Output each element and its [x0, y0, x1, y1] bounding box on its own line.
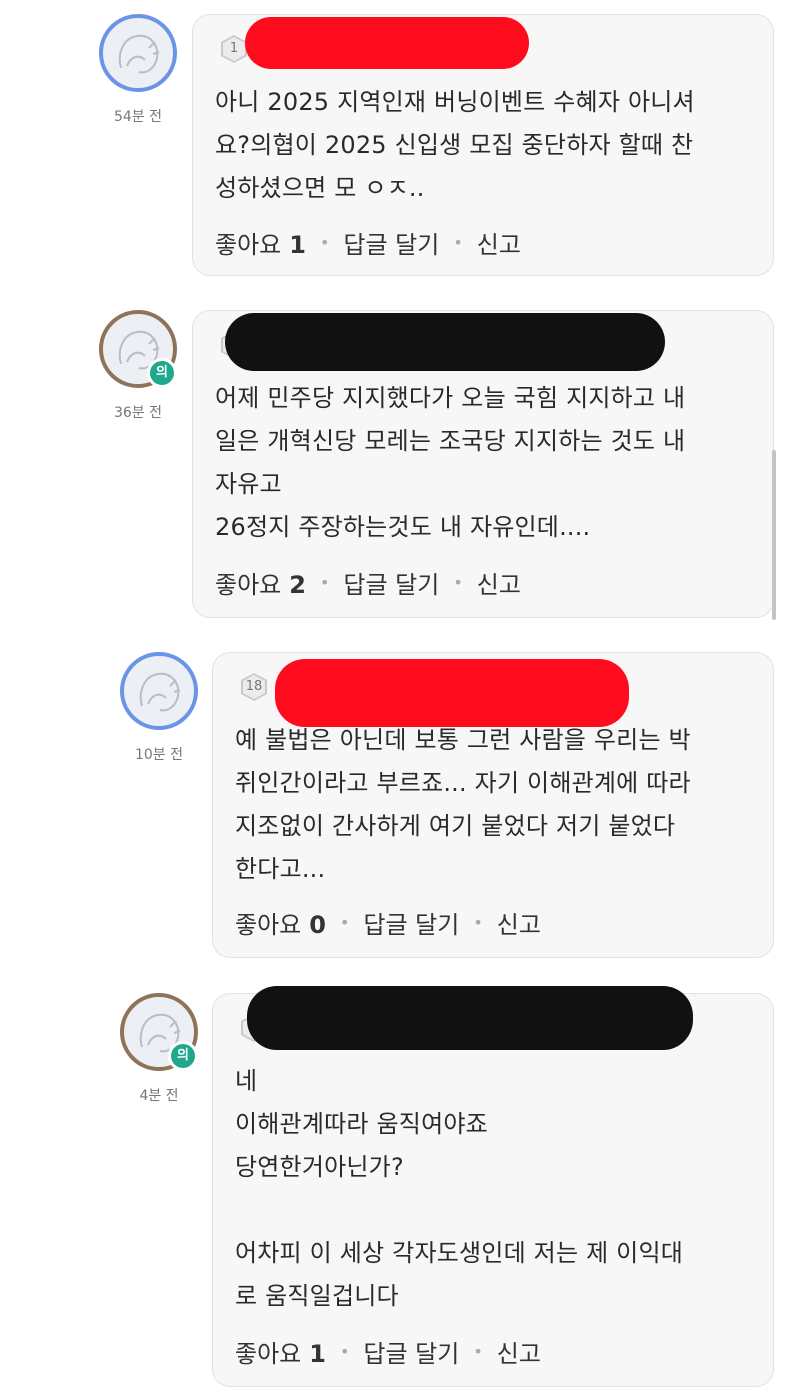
reply-button[interactable]: 답글 달기 — [363, 1334, 459, 1369]
like-count: 1 — [289, 231, 306, 259]
doctor-badge-icon: 의 — [168, 1041, 198, 1071]
separator-dot: • — [319, 233, 330, 252]
like-count: 0 — [309, 911, 326, 939]
like-count: 1 — [309, 1340, 326, 1368]
comment-text: 어제 민주당 지지했다가 오늘 국힘 지지하고 내 일은 개혁신당 모레는 조국… — [215, 384, 686, 541]
comment-actions: 좋아요 1 • 답글 달기 • 신고 — [215, 225, 521, 260]
comment-author-column: 10분 전 — [117, 652, 201, 764]
like-button[interactable]: 좋아요 0 — [235, 905, 326, 940]
like-button[interactable]: 좋아요 2 — [215, 565, 306, 600]
avatar[interactable]: 의 — [99, 310, 177, 388]
report-button[interactable]: 신고 — [477, 565, 521, 600]
comment-time: 54분 전 — [113, 109, 163, 125]
report-button[interactable]: 신고 — [497, 905, 541, 940]
report-button[interactable]: 신고 — [477, 225, 521, 260]
avatar[interactable]: 의 — [120, 993, 198, 1071]
comment-time: 10분 전 — [134, 747, 184, 763]
comment-bubble: 18 예 불법은 아닌데 보통 그런 사람을 우리는 박 쥐인간이라고 부르죠.… — [212, 652, 774, 958]
comment-text: 예 불법은 아닌데 보통 그런 사람을 우리는 박 쥐인간이라고 부르죠... … — [235, 726, 691, 883]
like-button[interactable]: 좋아요 1 — [235, 1334, 326, 1369]
reply-button[interactable]: 답글 달기 — [343, 565, 439, 600]
redacted-username — [275, 659, 629, 727]
like-label: 좋아요 — [235, 911, 302, 939]
level-value: 1 — [223, 37, 245, 61]
avatar[interactable] — [99, 14, 177, 92]
like-count: 2 — [289, 571, 306, 599]
comment-actions: 좋아요 0 • 답글 달기 • 신고 — [235, 905, 541, 940]
like-label: 좋아요 — [235, 1340, 302, 1368]
separator-dot: • — [339, 913, 350, 932]
separator-dot: • — [339, 1342, 350, 1361]
comment-time: 36분 전 — [113, 405, 163, 421]
redacted-username — [245, 17, 529, 69]
report-button[interactable]: 신고 — [497, 1334, 541, 1369]
level-badge-icon: 18 — [241, 673, 267, 701]
comment-time: 4분 전 — [139, 1088, 179, 1104]
level-value: 18 — [243, 675, 265, 699]
comment-bubble: 1 네 이해관계따라 움직여야죠 당연한거아닌가? 어차피 이 세상 각자도생인… — [212, 986, 774, 1387]
comment-author-column: 의 4분 전 — [117, 993, 201, 1105]
redacted-username — [225, 313, 665, 371]
reply-button[interactable]: 답글 달기 — [363, 905, 459, 940]
reply-button[interactable]: 답글 달기 — [343, 225, 439, 260]
profile-avatar-icon — [118, 34, 160, 74]
separator-dot: • — [319, 573, 330, 592]
separator-dot: • — [453, 573, 463, 592]
comment-text: 아니 2025 지역인재 버닝이벤트 수혜자 아니셔 요?의협이 2025 신입… — [215, 88, 695, 202]
separator-dot: • — [453, 233, 463, 252]
separator-dot: • — [473, 913, 483, 932]
comment-author-column: 54분 전 — [96, 14, 180, 126]
doctor-badge-icon: 의 — [147, 358, 177, 388]
scrollbar[interactable] — [772, 450, 776, 620]
like-label: 좋아요 — [215, 231, 282, 259]
comment-actions: 좋아요 2 • 답글 달기 • 신고 — [215, 565, 521, 600]
like-button[interactable]: 좋아요 1 — [215, 225, 306, 260]
redacted-username — [247, 986, 693, 1050]
profile-avatar-icon — [139, 672, 181, 712]
comment-author-column: 의 36분 전 — [96, 310, 180, 422]
comment-bubble: 어제 민주당 지지했다가 오늘 국힘 지지하고 내 일은 개혁신당 모레는 조국… — [192, 310, 774, 618]
avatar[interactable] — [120, 652, 198, 730]
comment-bubble: 1 아니 2025 지역인재 버닝이벤트 수혜자 아니셔 요?의협이 2025 … — [192, 14, 774, 276]
comment-actions: 좋아요 1 • 답글 달기 • 신고 — [235, 1334, 541, 1369]
comment-text: 네 이해관계따라 움직여야죠 당연한거아닌가? 어차피 이 세상 각자도생인데 … — [235, 1067, 684, 1310]
like-label: 좋아요 — [215, 571, 282, 599]
level-badge-icon: 1 — [221, 35, 247, 63]
separator-dot: • — [473, 1342, 483, 1361]
